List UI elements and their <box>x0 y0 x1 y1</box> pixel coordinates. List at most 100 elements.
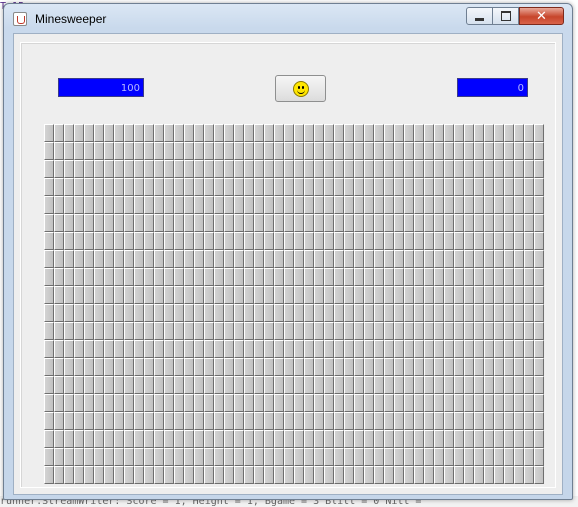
minefield-cell[interactable] <box>524 322 534 340</box>
minefield-cell[interactable] <box>424 448 434 466</box>
minefield-cell[interactable] <box>284 286 294 304</box>
minefield-cell[interactable] <box>384 376 394 394</box>
minefield-cell[interactable] <box>104 448 114 466</box>
minefield-cell[interactable] <box>84 268 94 286</box>
minefield-cell[interactable] <box>84 214 94 232</box>
minefield-cell[interactable] <box>344 268 354 286</box>
minefield-cell[interactable] <box>494 448 504 466</box>
minefield-cell[interactable] <box>364 466 374 484</box>
minefield-cell[interactable] <box>94 178 104 196</box>
minefield-cell[interactable] <box>214 340 224 358</box>
minefield-cell[interactable] <box>334 286 344 304</box>
minefield-cell[interactable] <box>104 160 114 178</box>
minefield-cell[interactable] <box>374 340 384 358</box>
minefield-cell[interactable] <box>524 286 534 304</box>
minefield-cell[interactable] <box>84 358 94 376</box>
minefield-cell[interactable] <box>384 340 394 358</box>
minefield-cell[interactable] <box>234 340 244 358</box>
minefield-cell[interactable] <box>354 322 364 340</box>
minefield-cell[interactable] <box>244 322 254 340</box>
minefield-cell[interactable] <box>104 178 114 196</box>
minefield-cell[interactable] <box>194 214 204 232</box>
minefield-cell[interactable] <box>44 304 54 322</box>
minefield-cell[interactable] <box>74 286 84 304</box>
minefield-cell[interactable] <box>454 466 464 484</box>
minefield-cell[interactable] <box>204 466 214 484</box>
minefield-cell[interactable] <box>184 448 194 466</box>
minefield-cell[interactable] <box>534 340 544 358</box>
minefield-cell[interactable] <box>324 340 334 358</box>
minefield-cell[interactable] <box>474 358 484 376</box>
minefield-cell[interactable] <box>494 250 504 268</box>
minefield-cell[interactable] <box>484 232 494 250</box>
minefield-cell[interactable] <box>154 376 164 394</box>
minefield-cell[interactable] <box>174 232 184 250</box>
minefield-cell[interactable] <box>234 358 244 376</box>
minefield-cell[interactable] <box>504 322 514 340</box>
minefield-cell[interactable] <box>484 412 494 430</box>
minefield-cell[interactable] <box>334 358 344 376</box>
minefield-cell[interactable] <box>524 250 534 268</box>
minefield-cell[interactable] <box>74 304 84 322</box>
minefield-cell[interactable] <box>394 196 404 214</box>
minefield-cell[interactable] <box>484 268 494 286</box>
minefield-cell[interactable] <box>394 376 404 394</box>
minefield-cell[interactable] <box>324 142 334 160</box>
minefield-cell[interactable] <box>344 160 354 178</box>
minefield-cell[interactable] <box>404 178 414 196</box>
minefield-cell[interactable] <box>204 124 214 142</box>
minefield-cell[interactable] <box>344 124 354 142</box>
minefield-cell[interactable] <box>524 142 534 160</box>
minefield-cell[interactable] <box>464 196 474 214</box>
minefield-cell[interactable] <box>164 412 174 430</box>
minefield-cell[interactable] <box>284 340 294 358</box>
minefield-cell[interactable] <box>264 286 274 304</box>
minefield-cell[interactable] <box>174 304 184 322</box>
minefield-cell[interactable] <box>364 322 374 340</box>
minefield-cell[interactable] <box>394 250 404 268</box>
minefield-cell[interactable] <box>414 448 424 466</box>
minefield-cell[interactable] <box>194 232 204 250</box>
minefield-cell[interactable] <box>284 448 294 466</box>
minefield-cell[interactable] <box>264 232 274 250</box>
minefield-cell[interactable] <box>394 412 404 430</box>
minefield-cell[interactable] <box>434 250 444 268</box>
minefield-cell[interactable] <box>364 268 374 286</box>
minefield-cell[interactable] <box>284 142 294 160</box>
minefield-cell[interactable] <box>184 124 194 142</box>
minefield-cell[interactable] <box>144 286 154 304</box>
minefield-cell[interactable] <box>514 178 524 196</box>
minefield-cell[interactable] <box>524 430 534 448</box>
minefield-cell[interactable] <box>224 340 234 358</box>
minefield-cell[interactable] <box>334 322 344 340</box>
minefield-cell[interactable] <box>264 358 274 376</box>
minefield-cell[interactable] <box>324 376 334 394</box>
minefield-cell[interactable] <box>444 430 454 448</box>
minefield-cell[interactable] <box>44 358 54 376</box>
minefield-cell[interactable] <box>284 232 294 250</box>
minefield-cell[interactable] <box>464 178 474 196</box>
minefield-cell[interactable] <box>534 178 544 196</box>
minefield-cell[interactable] <box>224 196 234 214</box>
minefield-cell[interactable] <box>384 304 394 322</box>
minefield-cell[interactable] <box>504 304 514 322</box>
minefield-cell[interactable] <box>504 214 514 232</box>
minefield-cell[interactable] <box>124 448 134 466</box>
minefield-cell[interactable] <box>104 214 114 232</box>
minefield-cell[interactable] <box>434 394 444 412</box>
minefield-cell[interactable] <box>54 214 64 232</box>
minefield-cell[interactable] <box>164 268 174 286</box>
minefield-cell[interactable] <box>494 124 504 142</box>
minefield-cell[interactable] <box>344 466 354 484</box>
minefield-cell[interactable] <box>474 322 484 340</box>
minefield-cell[interactable] <box>164 304 174 322</box>
minefield-cell[interactable] <box>534 286 544 304</box>
minefield-cell[interactable] <box>364 250 374 268</box>
minefield-cell[interactable] <box>134 214 144 232</box>
minefield-cell[interactable] <box>354 196 364 214</box>
minefield-cell[interactable] <box>284 412 294 430</box>
minefield-cell[interactable] <box>154 232 164 250</box>
minefield-cell[interactable] <box>484 304 494 322</box>
minefield-cell[interactable] <box>284 322 294 340</box>
minefield-cell[interactable] <box>214 466 224 484</box>
